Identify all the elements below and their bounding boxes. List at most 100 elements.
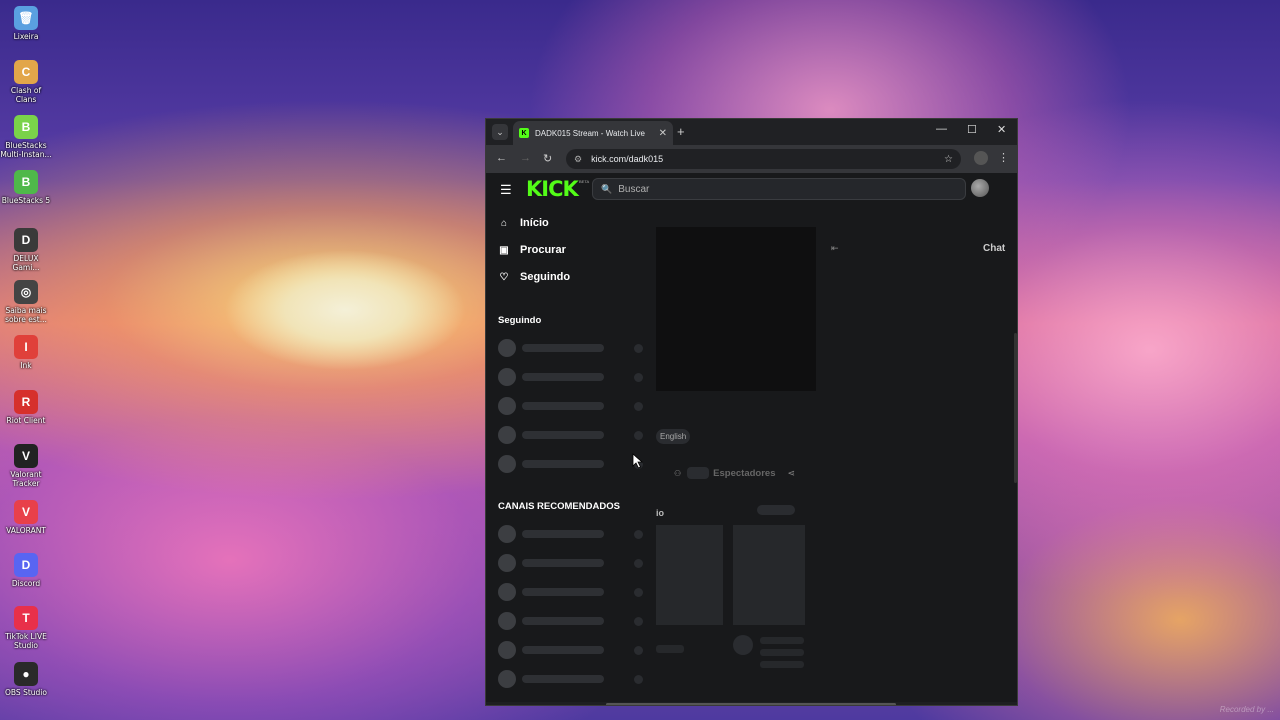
new-tab-button[interactable]: +: [677, 124, 685, 139]
menu-kebab-icon[interactable]: ⋮: [998, 151, 1009, 164]
nav-item-label: Procurar: [520, 244, 566, 256]
collapse-chat-icon[interactable]: ⇤: [831, 243, 839, 254]
clash-of-clans-icon: C: [14, 60, 38, 84]
desktop-icon-discord[interactable]: D Discord: [0, 553, 52, 588]
back-arrow-icon[interactable]: ←: [496, 152, 507, 164]
kick-page: ☰ KICK BETA 🔍 Buscar ⌂ Início ▣ Procurar…: [486, 173, 1017, 705]
valorant-tracker-icon: V: [14, 444, 38, 468]
desktop-icon-tiktok-live[interactable]: T TikTok LIVE Studio: [0, 606, 52, 650]
beta-badge: BETA: [579, 179, 590, 184]
maximize-button[interactable]: ☐: [967, 123, 977, 136]
following-section-header: Seguindo: [498, 315, 542, 326]
nav-item-following[interactable]: ♡ Seguindo: [498, 271, 571, 283]
discord-icon: D: [14, 553, 38, 577]
browser-window: ⌄ K DADK015 Stream - Watch Live ✕ + — ☐ …: [485, 118, 1018, 706]
desktop-icon-riot-client[interactable]: R Riot Client: [0, 390, 52, 425]
desktop-icon-bluestacks-multi[interactable]: B BlueStacks Multi-Instan...: [0, 115, 52, 159]
tab-title: DADK015 Stream - Watch Live: [535, 128, 645, 138]
kick-favicon-icon: K: [519, 128, 529, 138]
desktop-icon-clash-of-clans[interactable]: C Clash of Clans: [0, 60, 52, 104]
nav-item-browse[interactable]: ▣ Procurar: [498, 244, 566, 256]
close-window-button[interactable]: ✕: [997, 123, 1006, 136]
list-item[interactable]: [498, 426, 646, 444]
skeleton-card[interactable]: [656, 525, 723, 625]
nav-item-home[interactable]: ⌂ Início: [498, 217, 549, 229]
forward-arrow-icon[interactable]: →: [520, 152, 531, 164]
list-item[interactable]: [498, 612, 646, 630]
section-title-fragment: io: [656, 508, 664, 518]
share-icon[interactable]: ⋖: [787, 468, 795, 479]
url-text: kick.com/dadk015: [591, 154, 664, 164]
desktop-icon-label: VALORANT: [6, 526, 46, 535]
tab-close-icon[interactable]: ✕: [659, 128, 667, 139]
reload-icon[interactable]: ↻: [543, 152, 552, 165]
desktop-icon-label: Clash of Clans: [10, 86, 42, 104]
kick-logo[interactable]: KICK: [526, 177, 579, 201]
nav-item-label: Seguindo: [520, 271, 571, 283]
mouse-cursor-icon: [632, 453, 644, 469]
desktop-icon-obs-studio[interactable]: ● OBS Studio: [0, 662, 52, 697]
recycle-bin-icon: 🗑: [14, 6, 38, 30]
chat-title: Chat: [983, 243, 1006, 254]
language-tag[interactable]: English: [656, 429, 691, 444]
desktop-icon-valorant[interactable]: V VALORANT: [0, 500, 52, 535]
viewers-row: ⚇ Espectadores ⋖: [674, 467, 795, 479]
desktop-icon-bluestacks[interactable]: B BlueStacks 5: [0, 170, 52, 205]
desktop-icon-label: Lixeira: [13, 32, 39, 41]
desktop-icon-recycle-bin[interactable]: 🗑 Lixeira: [0, 6, 52, 41]
skeleton-line: [760, 661, 804, 668]
desktop-icon-label: TikTok LIVE Studio: [5, 632, 47, 650]
minimize-button[interactable]: —: [936, 123, 947, 135]
list-item[interactable]: [498, 641, 646, 659]
main-content: ⇤ Chat English ⚇ Espectadores ⋖ io: [656, 205, 1017, 705]
site-info-icon[interactable]: ⚙: [574, 154, 582, 165]
desktop-icon-label: Saiba mais sobre est...: [5, 306, 47, 324]
video-player[interactable]: [656, 227, 816, 391]
desktop-icon-learn-more[interactable]: ◎ Saiba mais sobre est...: [0, 280, 52, 324]
desktop-icon-label: Valorant Tracker: [10, 470, 42, 488]
watermark: Recorded by ...: [1219, 705, 1274, 714]
list-item[interactable]: [498, 670, 646, 688]
bluestacks-multi-icon: B: [14, 115, 38, 139]
desktop-icon-valorant-tracker[interactable]: V Valorant Tracker: [0, 444, 52, 488]
tab-search-icon[interactable]: ⌄: [492, 124, 508, 140]
recommended-section-header: CANAIS RECOMENDADOS: [498, 501, 620, 512]
list-item[interactable]: [498, 455, 646, 473]
skeleton-line: [656, 645, 684, 653]
ink-icon: I: [14, 335, 38, 359]
desktop-icon-ink[interactable]: I Ink: [0, 335, 52, 370]
desktop-icon-label: Discord: [11, 579, 41, 588]
desktop-icon-delux[interactable]: D DELUX Gami...: [0, 228, 52, 272]
horizontal-scrollbar[interactable]: [486, 702, 1017, 705]
delux-gaming-icon: D: [14, 228, 38, 252]
browse-icon: ▣: [499, 244, 509, 256]
desktop-icon-label: Riot Client: [6, 416, 46, 425]
bookmark-star-icon[interactable]: ☆: [944, 154, 953, 165]
extension-icon[interactable]: [974, 151, 988, 165]
skeleton-pill: [757, 505, 795, 515]
list-item[interactable]: [498, 368, 646, 386]
sidebar: ⌂ Início ▣ Procurar ♡ Seguindo Seguindo …: [486, 205, 648, 705]
address-bar[interactable]: ⚙ kick.com/dadk015 ☆: [566, 149, 961, 169]
viewer-count-skeleton: [687, 467, 710, 479]
browser-toolbar: ← → ↻ ⚙ kick.com/dadk015 ☆ ⋮: [486, 145, 1017, 173]
list-item[interactable]: [498, 339, 646, 357]
list-item[interactable]: [498, 554, 646, 572]
vertical-scrollbar[interactable]: [1014, 333, 1017, 483]
heart-icon: ♡: [499, 271, 509, 283]
tiktok-live-icon: T: [14, 606, 38, 630]
learn-more-icon: ◎: [14, 280, 38, 304]
search-input[interactable]: 🔍 Buscar: [592, 178, 966, 200]
hamburger-menu-icon[interactable]: ☰: [500, 182, 512, 198]
desktop-icon-label: Ink: [20, 361, 32, 370]
user-avatar[interactable]: [971, 179, 989, 197]
bluestacks-icon: B: [14, 170, 38, 194]
skeleton-card[interactable]: [733, 525, 805, 625]
tab-active[interactable]: K DADK015 Stream - Watch Live ✕: [513, 121, 673, 145]
list-item[interactable]: [498, 397, 646, 415]
users-icon: ⚇: [674, 468, 682, 478]
list-item[interactable]: [498, 525, 646, 543]
list-item[interactable]: [498, 583, 646, 601]
search-placeholder: Buscar: [618, 183, 650, 195]
home-icon: ⌂: [500, 217, 508, 229]
